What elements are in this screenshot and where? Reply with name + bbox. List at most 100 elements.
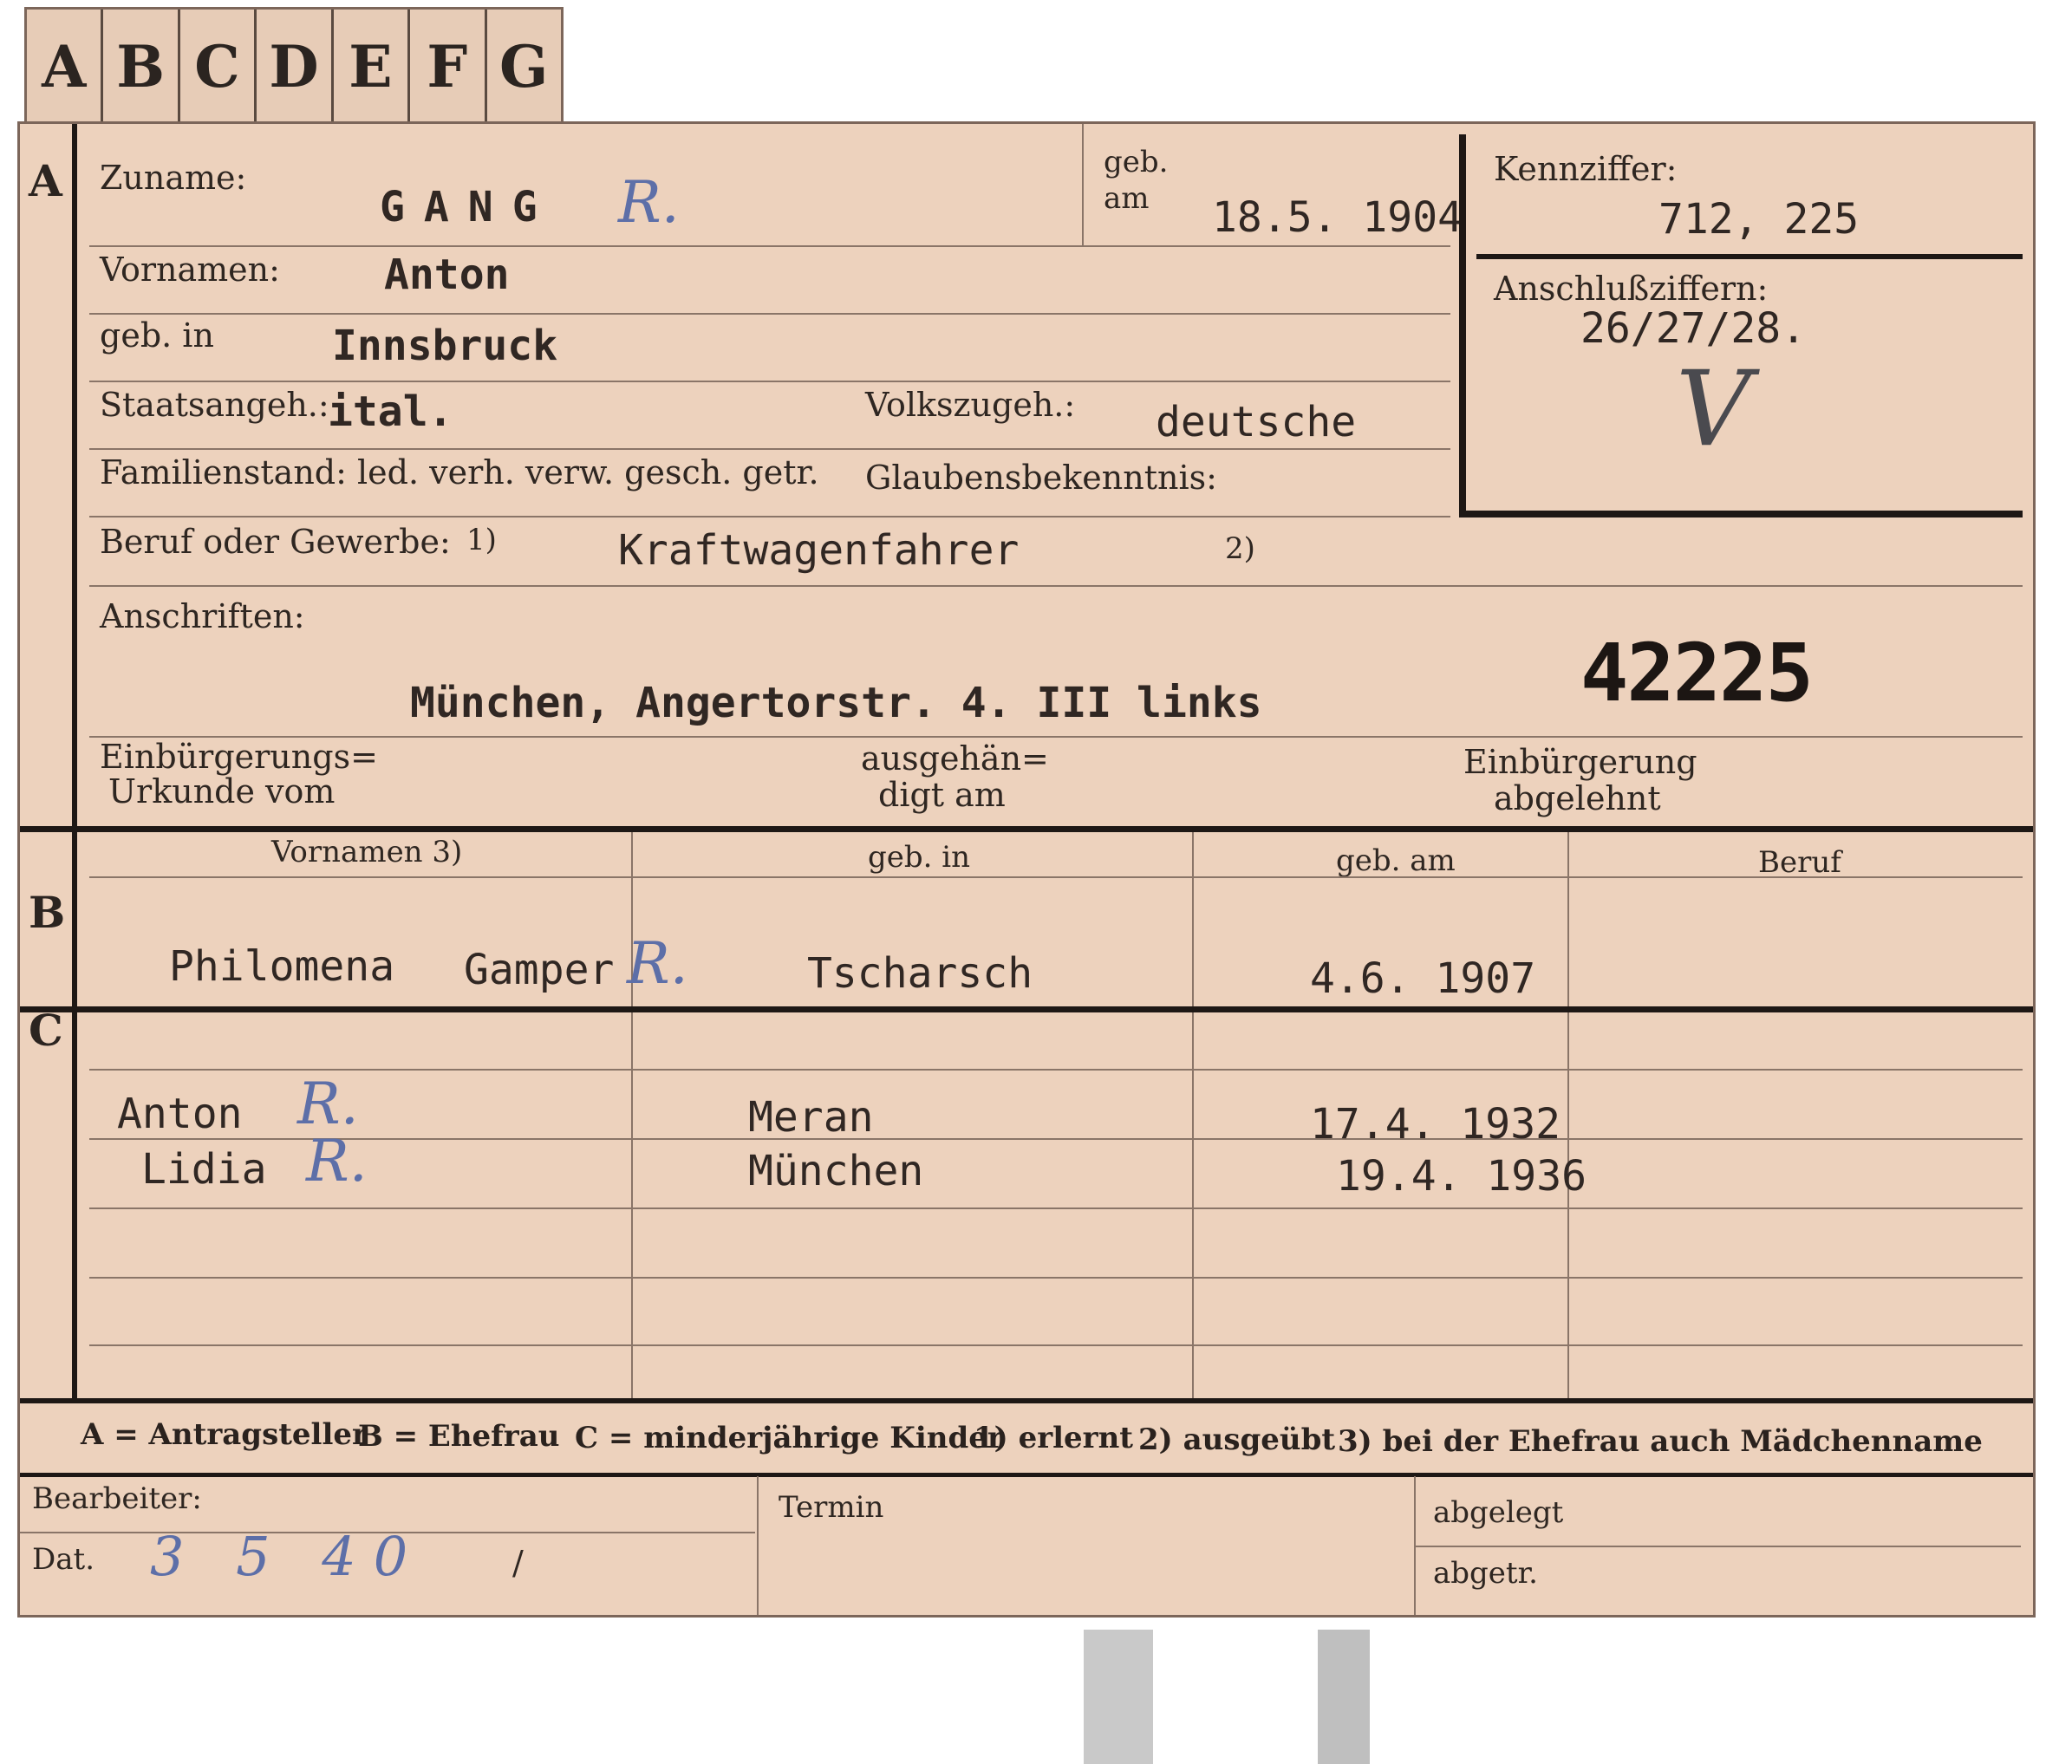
zuname-label: Zuname: (100, 159, 247, 197)
legend-b: B = Ehefrau (358, 1419, 560, 1454)
geb-divider (1082, 124, 1084, 245)
child-2-mark: R. (306, 1128, 368, 1194)
legend-note-2: 2) ausgeübt (1138, 1422, 1336, 1457)
tab-e: E (334, 10, 411, 124)
ausgehaendigt-label-1: ausgehän= (861, 739, 1049, 778)
beruf-footnote-2: 2) (1225, 531, 1255, 566)
check-mark: V (1676, 349, 1751, 470)
row-line (89, 448, 1450, 450)
row-line (89, 876, 2023, 878)
row-line (89, 516, 1450, 517)
tab-a: A (27, 10, 104, 124)
dat-label: Dat. (32, 1542, 95, 1577)
row-line (89, 585, 2023, 587)
tab-c: C (180, 10, 257, 124)
anschrift-value: München, Angertorstr. 4. III links (410, 679, 1262, 727)
col-geb-in: geb. in (868, 840, 971, 875)
col-vornamen: Vornamen 3) (271, 835, 463, 869)
col-divider (757, 1476, 759, 1615)
row-line (89, 736, 2023, 738)
glaubensbekenntnis-label: Glaubensbekenntnis: (865, 459, 1217, 497)
beruf-label: Beruf oder Gewerbe: (100, 523, 451, 561)
applicant-birthdate: 18.5. 1904 (1212, 193, 1463, 242)
section-label-a: A (29, 155, 62, 206)
child-2-name: Lidia (141, 1145, 267, 1194)
vornamen-value: Anton (384, 251, 510, 299)
dat-tick: / (512, 1544, 524, 1582)
section-b-border (20, 826, 2033, 832)
child-1-birthdate: 17.4. 1932 (1310, 1100, 1561, 1149)
row-line (89, 313, 1450, 315)
section-divider (72, 124, 77, 1398)
anschlussziffern-label: Anschlußziffern: (1494, 270, 1769, 308)
volkszugeh-label: Volkszugeh.: (865, 386, 1076, 424)
legend-border-top (20, 1398, 2033, 1403)
scan-artifact (1084, 1630, 1153, 1764)
familienstand-label: Familienstand: led. verh. verw. gesch. g… (100, 453, 819, 491)
kennziffer-border (1459, 134, 1466, 517)
row-line (89, 1277, 2023, 1279)
geb-in-label: geb. in (100, 316, 214, 355)
col-divider (631, 832, 633, 1398)
kennziffer-value: 712, 225 (1658, 195, 1860, 244)
row-line (89, 1344, 2023, 1346)
row-line (89, 1069, 2023, 1071)
col-divider (1567, 832, 1569, 1398)
volkszugeh-value: deutsche (1156, 398, 1357, 446)
spouse-birthdate: 4.6. 1907 (1310, 954, 1536, 1003)
staatsangeh-label: Staatsangeh.: (100, 386, 329, 424)
kennziffer-label: Kennziffer: (1494, 150, 1678, 188)
legend-c: C = minderjährige Kinder (575, 1421, 1003, 1455)
staatsangeh-value: ital. (328, 387, 453, 436)
row-line (89, 1138, 2023, 1140)
beruf-footnote-1: 1) (466, 523, 497, 557)
einbuergerung-abgelehnt-label-1: Einbürgerung (1463, 743, 1697, 781)
col-geb-am: geb. am (1336, 843, 1456, 878)
anschlussziffern-value: 26/27/28. (1580, 304, 1807, 353)
tab-g: G (499, 33, 549, 101)
dat-value: 3 5 40 (150, 1525, 426, 1588)
einbuergerung-urkunde-label-1: Einbürgerungs= (100, 738, 378, 776)
termin-label: Termin (779, 1490, 884, 1525)
spouse-name: Philomena (169, 942, 395, 991)
col-divider (1192, 832, 1194, 1398)
zuname-value: GANG (380, 183, 557, 231)
tab-f: F (410, 10, 487, 124)
geb-am-label-1: geb. (1104, 145, 1169, 179)
stamp-number: 42225 (1580, 627, 1814, 719)
row-line (1414, 1546, 2021, 1547)
geb-in-value: Innsbruck (332, 322, 558, 370)
section-label-b: B (29, 887, 66, 938)
registration-card: A B C Zuname: GANG R. geb. am 18.5. 1904… (17, 121, 2036, 1618)
legend-border-bottom (20, 1473, 2033, 1477)
einbuergerung-abgelehnt-label-2: abgelehnt (1494, 779, 1661, 817)
geb-am-label-2: am (1104, 181, 1150, 216)
anschriften-label: Anschriften: (100, 597, 305, 635)
row-line (89, 381, 1450, 382)
child-1-name: Anton (117, 1090, 243, 1138)
legend-a: A = Antragsteller (81, 1417, 368, 1452)
index-tabs: A B C D E F G (24, 7, 564, 124)
row-line (89, 1207, 2023, 1209)
tab-b: B (103, 10, 180, 124)
legend-note-3: 3) bei der Ehefrau auch Mädchenname (1338, 1424, 1983, 1459)
child-1-birthplace: Meran (748, 1093, 874, 1142)
legend-note-1: 1) erlernt (974, 1421, 1134, 1455)
section-c-border (20, 1006, 2033, 1012)
einbuergerung-urkunde-label-2: Urkunde vom (108, 772, 336, 810)
tab-d: D (257, 10, 334, 124)
child-2-birthplace: München (748, 1147, 924, 1195)
scan-artifact (1318, 1630, 1370, 1764)
row-line (89, 245, 1450, 247)
child-2-birthdate: 19.4. 1936 (1336, 1152, 1587, 1201)
kennziffer-divider (1476, 254, 2023, 259)
spouse-maiden-name: Gamper (464, 946, 615, 994)
abgelegt-label: abgelegt (1433, 1495, 1564, 1530)
spouse-mark: R. (627, 930, 688, 997)
bearbeiter-label: Bearbeiter: (32, 1481, 202, 1516)
beruf-value: Kraftwagenfahrer (618, 526, 1020, 575)
vornamen-label: Vornamen: (100, 251, 280, 289)
zuname-mark: R. (618, 169, 680, 236)
spouse-birthplace: Tscharsch (807, 949, 1033, 998)
ausgehaendigt-label-2: digt am (878, 776, 1006, 814)
